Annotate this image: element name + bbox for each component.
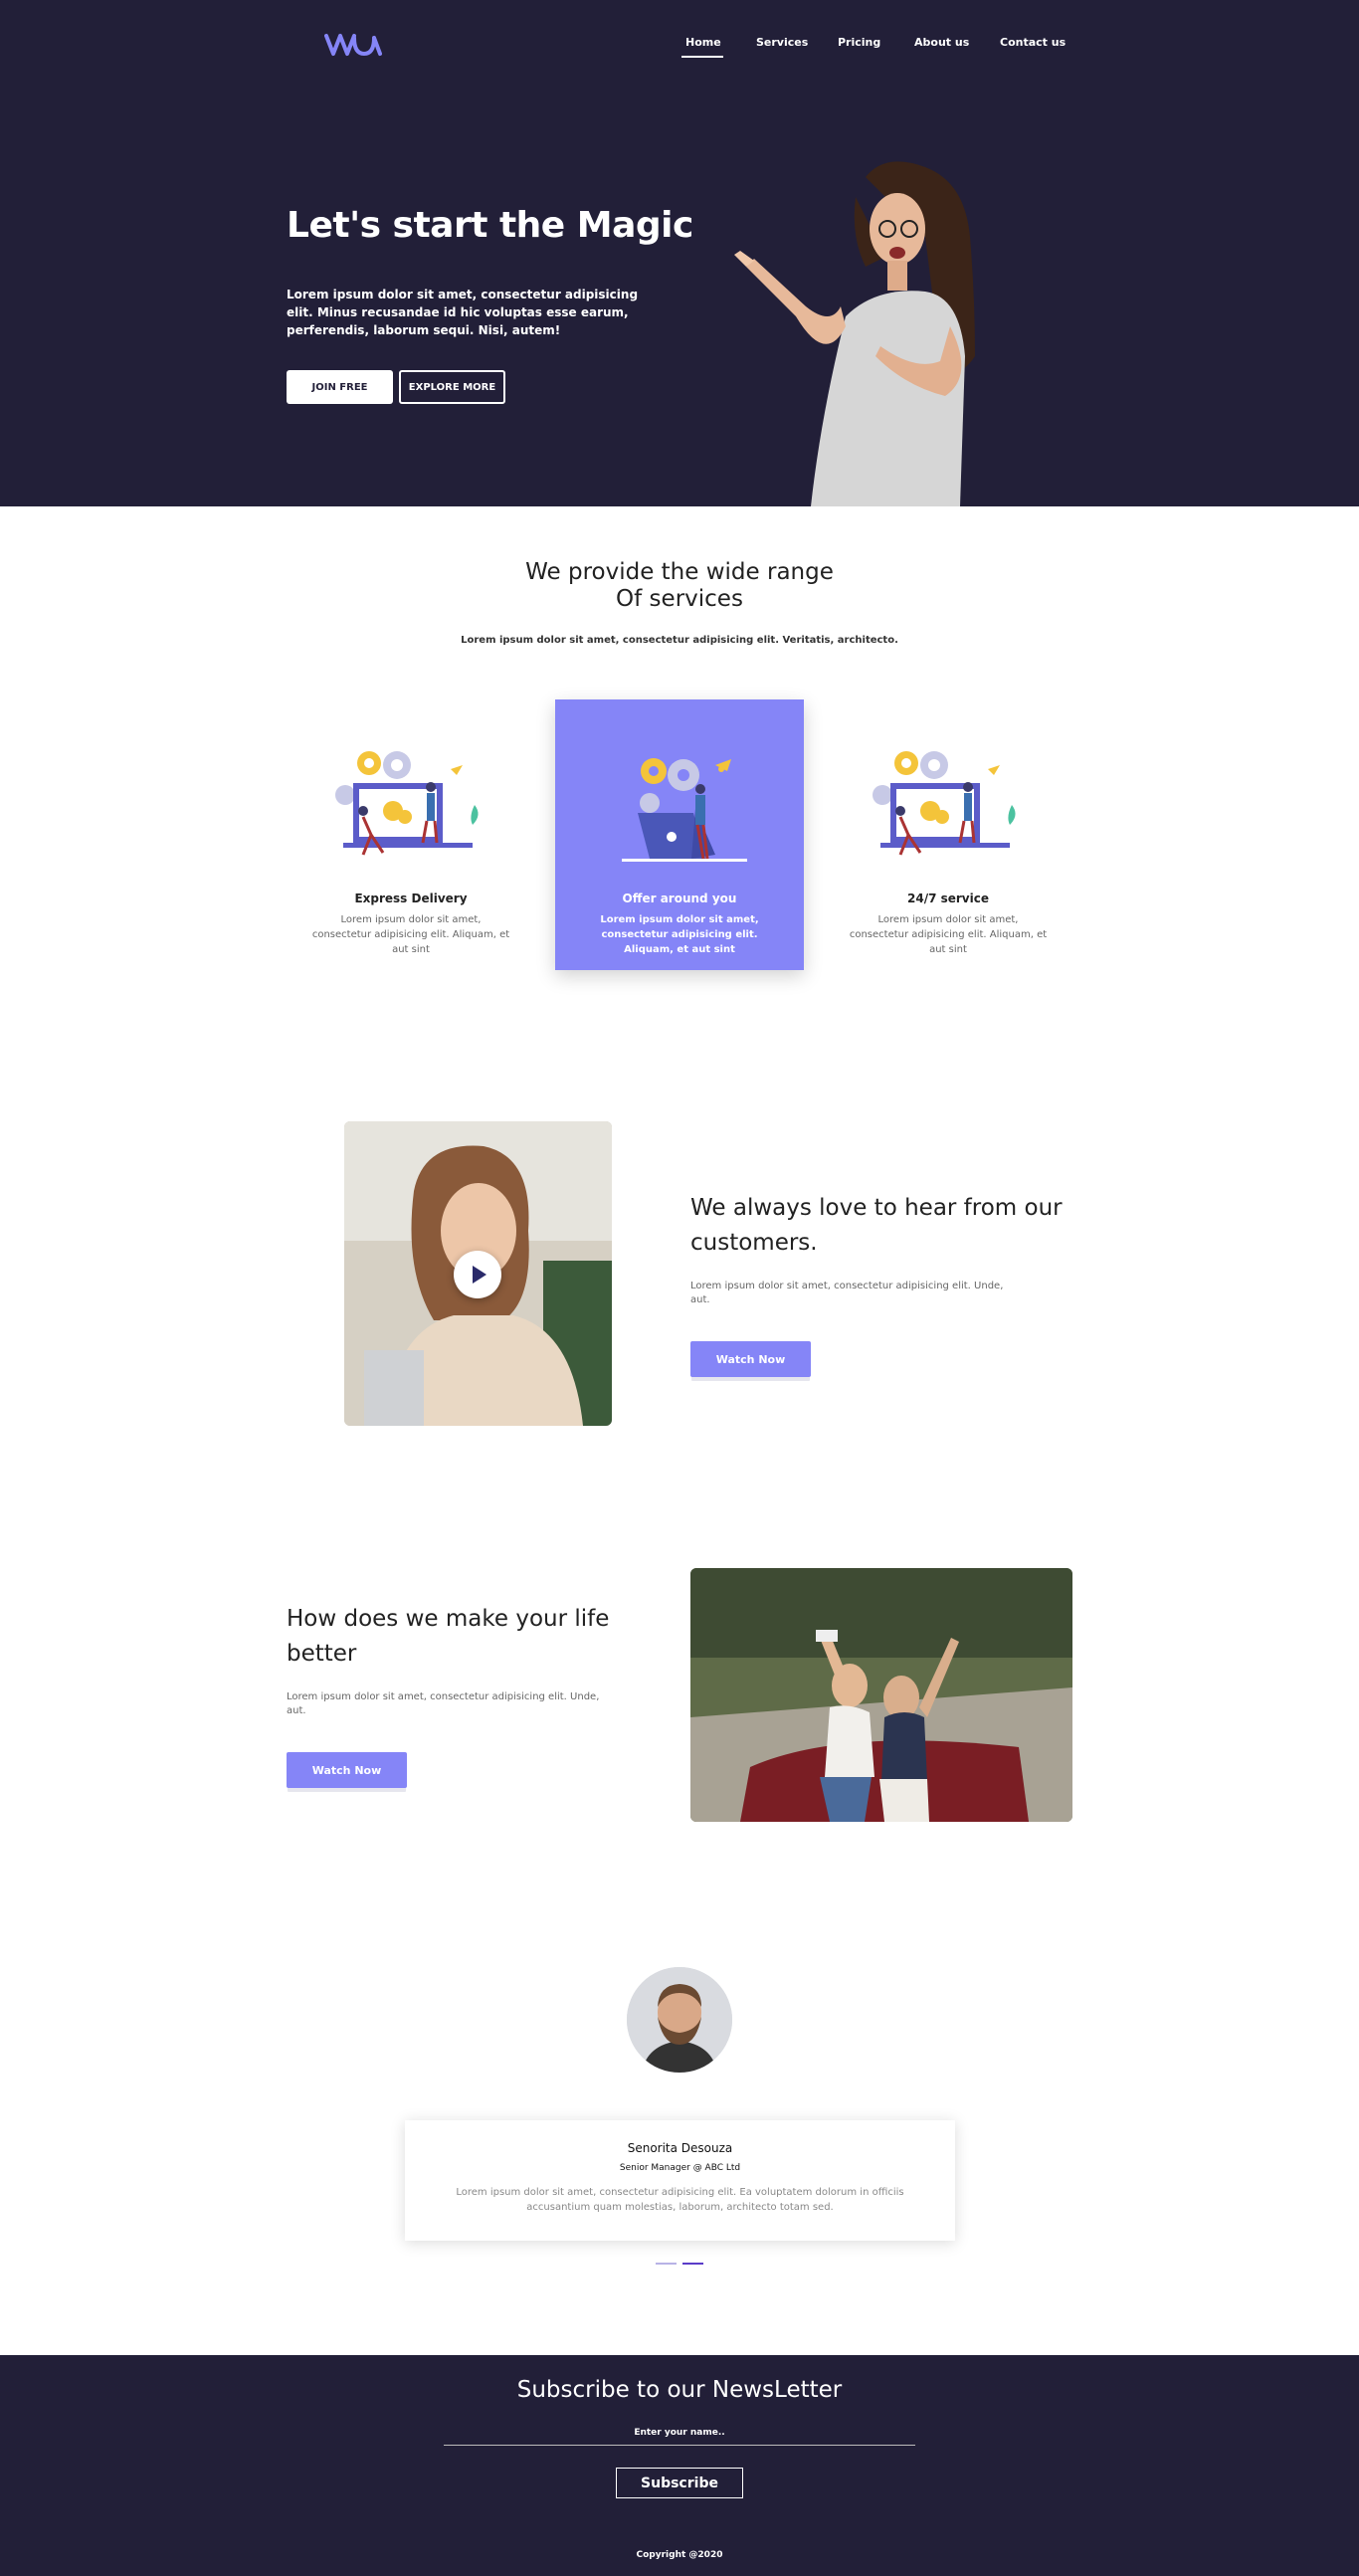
join-free-button[interactable]: JOIN FREE — [287, 370, 393, 404]
service-card-text: Lorem ipsum dolor sit amet, consectetur … — [600, 914, 759, 955]
copyright: Copyright @2020 — [636, 2550, 723, 2560]
subscribe-button[interactable]: Subscribe — [616, 2468, 743, 2498]
better-title: How does we make your life better — [287, 1606, 610, 1667]
newsletter-title: Subscribe to our NewsLetter — [516, 2377, 843, 2403]
feedback-text: Lorem ipsum dolor sit amet, consectetur … — [690, 1281, 1004, 1305]
laptop-gears-illustration-icon — [335, 751, 479, 856]
laptop-gears-illustration-icon — [873, 751, 1016, 856]
carousel-dot[interactable] — [656, 2263, 677, 2265]
service-card-text: Lorem ipsum dolor sit amet, consectetur … — [849, 914, 1048, 955]
hero-woman-image — [734, 161, 975, 506]
nav-about[interactable]: About us — [914, 36, 969, 49]
better-text: Lorem ipsum dolor sit amet, consectetur … — [287, 1691, 600, 1716]
testimonial-role: Senior Manager @ ABC Ltd — [619, 2163, 741, 2173]
testimonial-text: Lorem ipsum dolor sit amet, consectetur … — [456, 2187, 904, 2213]
service-card-text: Lorem ipsum dolor sit amet, consectetur … — [311, 914, 510, 955]
nav-active-indicator — [681, 56, 723, 58]
footer: Subscribe to our NewsLetter Enter your n… — [0, 2355, 1359, 2576]
nav-home[interactable]: Home — [685, 36, 721, 49]
service-card-express[interactable]: Express Delivery Lorem ipsum dolor sit a… — [287, 699, 535, 970]
carousel-dot-active[interactable] — [682, 2263, 703, 2265]
customer-video-thumbnail[interactable] — [344, 1121, 612, 1426]
hero-text: Lorem ipsum dolor sit amet, consectetur … — [287, 288, 639, 337]
watch-now-button[interactable]: Watch Now — [690, 1341, 811, 1377]
laptop-gears-illustration-icon — [622, 758, 747, 862]
services-subtitle: Lorem ipsum dolor sit amet, consectetur … — [461, 635, 898, 646]
newsletter-name-input[interactable]: Enter your name.. — [444, 2428, 915, 2446]
hero-section: Home Services Pricing About us Contact u… — [0, 0, 1359, 506]
testimonial-name: Senorita Desouza — [627, 2141, 733, 2155]
avatar — [627, 1967, 732, 2073]
testimonial-card: Senorita Desouza Senior Manager @ ABC Lt… — [405, 2120, 955, 2241]
nav-contact[interactable]: Contact us — [1000, 36, 1066, 49]
service-card-title: 24/7 service — [907, 892, 989, 905]
explore-more-button[interactable]: EXPLORE MORE — [399, 370, 505, 404]
feedback-title: We always love to hear from our customer… — [690, 1195, 1063, 1256]
play-icon[interactable] — [454, 1251, 501, 1298]
service-card-title: Express Delivery — [354, 892, 468, 905]
services-title-line1: We provide the wide range — [525, 559, 834, 585]
nav-pricing[interactable]: Pricing — [838, 36, 880, 49]
service-card-247[interactable]: 24/7 service Lorem ipsum dolor sit amet,… — [824, 699, 1072, 970]
watch-now-button-2[interactable]: Watch Now — [287, 1752, 407, 1788]
service-card-title: Offer around you — [622, 892, 737, 905]
main-nav: Home Services Pricing About us Contact u… — [0, 36, 1359, 66]
service-card-offer[interactable]: Offer around you Lorem ipsum dolor sit a… — [555, 699, 804, 970]
hero-title: Let's start the Magic — [287, 205, 693, 246]
services-title-line2: Of services — [616, 586, 743, 612]
friends-photo-image — [690, 1568, 1072, 1822]
nav-services[interactable]: Services — [756, 36, 808, 49]
services-title: We provide the wide range Of services — [0, 559, 1359, 613]
